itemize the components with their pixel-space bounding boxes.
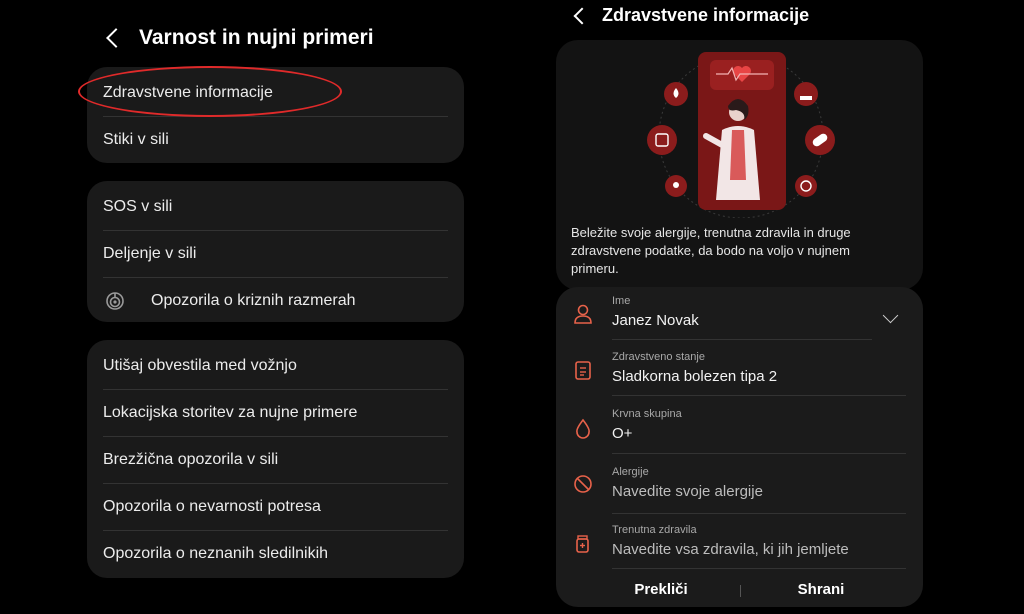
blood-drop-icon [576,418,590,439]
button-divider [740,585,741,597]
field-name[interactable]: Ime Janez Novak [556,287,923,341]
menu-item-label: Stiki v sili [103,130,169,148]
menu-item-stiki-v-sili[interactable]: Stiki v sili [103,116,448,163]
cancel-button[interactable]: Prekliči [586,581,736,598]
field-value: Janez Novak [612,312,699,329]
field-medical-condition[interactable]: Zdravstveno stanje Sladkorna bolezen tip… [556,343,923,397]
left-screen: Varnost in nujni primeri Zdravstvene inf… [0,0,520,614]
field-label: Krvna skupina [612,408,682,420]
back-arrow-icon[interactable] [573,7,591,25]
description-text: Beležite svoje alergije, trenutna zdravi… [571,225,851,276]
menu-item-label: Deljenje v sili [103,244,197,262]
field-allergies[interactable]: Alergije Navedite svoje alergije [556,457,923,515]
field-divider [612,513,906,514]
menu-item-label: Opozorila o neznanih sledilnikih [103,544,329,562]
person-icon [574,304,592,324]
back-arrow-icon[interactable] [106,28,126,48]
clipboard-icon [575,361,591,380]
settings-group-2: SOS v sili Deljenje v sili Opozorila o k… [87,181,464,322]
menu-item-brezzicna-opozorila[interactable]: Brezžična opozorila v sili [103,436,448,484]
field-label: Trenutna zdravila [612,524,697,536]
menu-item-label: Opozorila o nevarnosti potresa [103,497,321,515]
field-current-medications[interactable]: Trenutna zdravila Navedite vsa zdravila,… [556,517,923,571]
save-button[interactable]: Shrani [746,581,896,598]
health-illustration [647,52,835,218]
menu-item-label: Opozorila o kriznih razmerah [151,291,356,309]
field-divider [612,453,906,454]
highlight-oval [78,66,342,117]
field-value: Sladkorna bolezen tipa 2 [612,368,778,385]
field-blood-type[interactable]: Krvna skupina O+ [556,399,923,455]
settings-group-3: Utišaj obvestila med vožnjo Lokacijska s… [87,340,464,578]
menu-item-sos-v-sili[interactable]: SOS v sili [103,183,448,231]
chevron-down-icon[interactable] [882,307,899,324]
field-label: Alergije [612,466,649,478]
page-title: Varnost in nujni primeri [139,26,374,49]
menu-item-label: Utišaj obvestila med vožnjo [103,356,297,374]
menu-item-label: Brezžična opozorila v sili [103,450,279,468]
menu-item-opozorila-potresa[interactable]: Opozorila o nevarnosti potresa [103,483,448,531]
page-title: Zdravstvene informacije [602,5,810,25]
field-placeholder: Navedite vsa zdravila, ki jih jemljete [612,541,849,558]
field-placeholder: Navedite svoje alergije [612,483,763,500]
menu-item-opozorila-sledilnikih[interactable]: Opozorila o neznanih sledilnikih [103,530,448,577]
medicine-icon [576,535,589,553]
menu-item-label: Lokacijska storitev za nujne primere [103,403,358,421]
menu-item-utisaj-obvestila[interactable]: Utišaj obvestila med vožnjo [103,342,448,390]
menu-item-lokacijska-storitev[interactable]: Lokacijska storitev za nujne primere [103,389,448,437]
field-divider [612,395,906,396]
field-value: O+ [612,425,633,442]
alert-broadcast-icon [105,291,125,311]
field-divider [612,339,872,340]
health-form: Ime Janez Novak Zdravstveno stanje Sladk… [556,287,923,607]
no-entry-icon [574,475,592,493]
field-divider [612,568,906,569]
menu-item-opozorila-o-kriznih-razmerah[interactable]: Opozorila o kriznih razmerah [103,277,448,324]
field-label: Zdravstveno stanje [612,351,705,363]
illustration-panel: Beležite svoje alergije, trenutna zdravi… [556,40,923,290]
menu-item-label: SOS v sili [103,197,173,215]
right-screen: Zdravstvene informacije Beležite svoje a… [540,0,1024,614]
menu-item-deljenje-v-sili[interactable]: Deljenje v sili [103,230,448,278]
field-label: Ime [612,295,631,307]
